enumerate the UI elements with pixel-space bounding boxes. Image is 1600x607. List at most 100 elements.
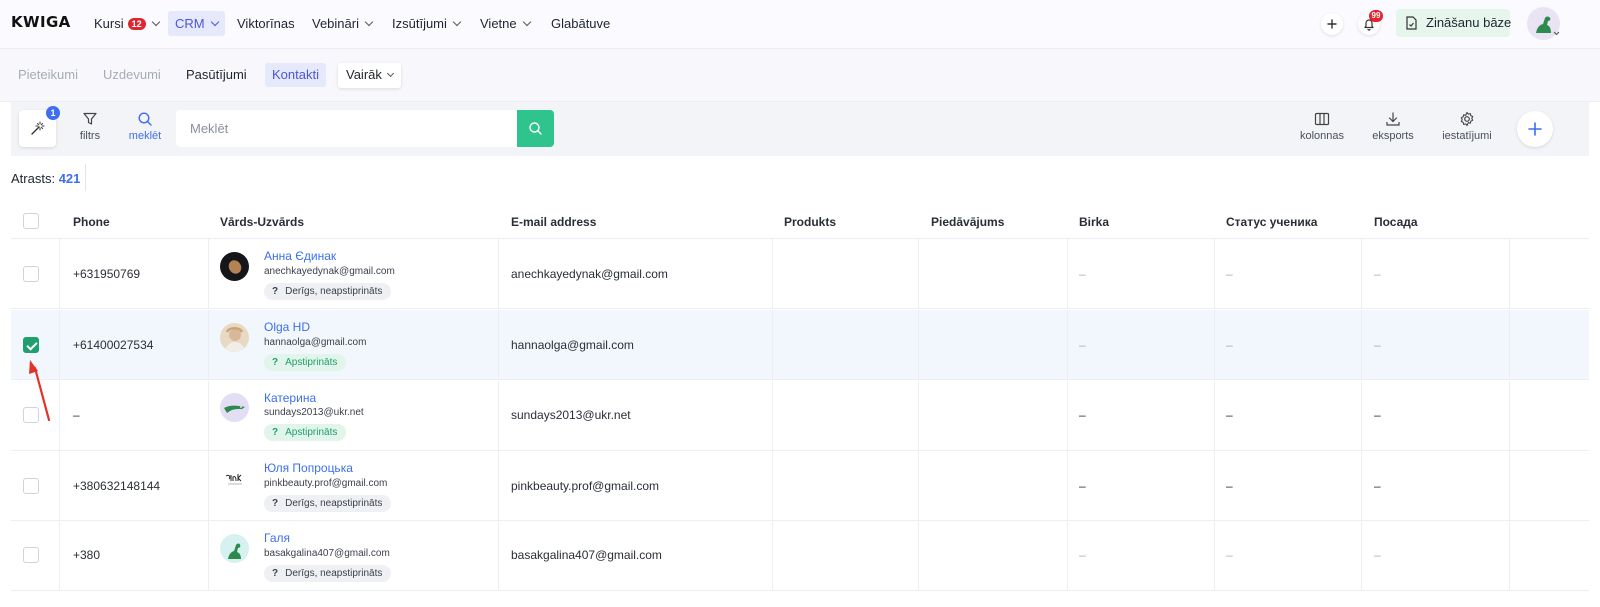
nav-item-crm[interactable]: CRM (168, 11, 225, 36)
tab-kontakti[interactable]: Kontakti (265, 63, 326, 87)
column-header-name[interactable]: Vārds-Uzvārds (220, 215, 304, 229)
settings-label: iestatījumi (1442, 130, 1492, 142)
row-checkbox[interactable] (23, 547, 39, 563)
question-icon: ? (272, 286, 279, 297)
knowledge-base-button[interactable]: Zināšanu bāze (1396, 9, 1511, 37)
contact-name-link[interactable]: Галя (264, 531, 290, 545)
count-badge: 12 (127, 18, 146, 30)
document-icon (1406, 16, 1417, 30)
nav-label: Vietne (480, 16, 517, 31)
phone-cell: +61400027534 (73, 338, 154, 352)
top-navigation: KWIGA Kursi 12 CRM Viktorīnas Vebināri Iz… (0, 0, 1600, 49)
contact-photo-icon (228, 260, 242, 274)
table-row[interactable]: +631950769 Анна Єдинак anechkayedynak@gm… (11, 239, 1589, 309)
nav-item-glabatuve[interactable]: Glabātuve (551, 11, 610, 36)
row-checkbox[interactable] (23, 478, 39, 494)
filter-button[interactable]: filtrs (78, 111, 102, 142)
contact-email-small: basakgalina407@gmail.com (264, 548, 390, 559)
table-row[interactable]: – Катерина sundays2013@ukr.net ? Apstipri… (11, 381, 1589, 451)
contact-name-link[interactable]: Юля Попроцька (264, 461, 353, 475)
contact-name-link[interactable]: Катерина (264, 391, 316, 405)
column-header-email[interactable]: E-mail address (511, 215, 596, 229)
phone-cell: +380 (73, 548, 101, 562)
nav-item-viktorinas[interactable]: Viktorīnas (237, 11, 295, 36)
avatar[interactable] (220, 393, 249, 422)
avatar[interactable] (220, 464, 249, 493)
notifications-badge: 99 (1369, 10, 1383, 22)
nav-item-izsutijumi[interactable]: Izsūtījumi (392, 11, 462, 36)
column-header-student-status[interactable]: Статус ученика (1226, 215, 1317, 229)
student-status-cell: – (1226, 408, 1233, 422)
gear-icon (1460, 111, 1474, 127)
search-icon (529, 122, 542, 135)
contacts-toolbar: 1 filtrs meklēt kolonnas eksports iestat… (11, 102, 1589, 156)
question-icon: ? (272, 427, 279, 438)
pink-logo-icon (225, 474, 242, 485)
chevron-down-icon (151, 17, 160, 27)
kwiga-logo[interactable]: KWIGA (11, 13, 71, 31)
column-header-offer[interactable]: Piedāvājums (931, 215, 1004, 229)
row-checkbox[interactable] (23, 266, 39, 282)
nav-item-kursi[interactable]: Kursi 12 (94, 11, 160, 36)
contact-name-link[interactable]: Анна Єдинак (264, 249, 336, 263)
filter-label: filtrs (79, 130, 101, 142)
search-toggle-button[interactable]: meklēt (128, 111, 162, 142)
position-cell: – (1374, 408, 1381, 422)
select-all-checkbox[interactable] (23, 213, 39, 229)
search-input[interactable] (176, 110, 517, 147)
chevron-down-icon (364, 17, 374, 27)
nav-label: Glabātuve (551, 16, 611, 31)
divider (85, 164, 86, 191)
tab-pasutijumi[interactable]: Pasūtījumi (186, 63, 247, 87)
column-header-product[interactable]: Produkts (784, 215, 836, 229)
table-row[interactable]: +380632148144 Юля Попроцька pinkbeauty.p… (11, 451, 1589, 521)
email-cell: sundays2013@ukr.net (511, 408, 631, 422)
magic-badge: 1 (46, 106, 60, 120)
quick-add-button[interactable] (1321, 13, 1343, 35)
column-header-phone[interactable]: Phone (73, 215, 110, 229)
contact-name-link[interactable]: Olga HD (264, 320, 310, 334)
avatar[interactable] (220, 323, 249, 352)
more-dropdown[interactable]: Vairāk (338, 63, 401, 88)
crm-sub-navigation: Pieteikumi Uzdevumi Pasūtījumi Kontakti … (0, 49, 1600, 102)
columns-button[interactable]: kolonnas (1299, 111, 1345, 142)
table-row[interactable]: +61400027534 Olga HD hannaolga@gmail.com… (11, 310, 1589, 380)
export-button[interactable]: eksports (1371, 111, 1415, 142)
search-icon (138, 112, 152, 126)
phone-cell: +380632148144 (73, 479, 161, 493)
nav-item-vietne[interactable]: Vietne (480, 11, 531, 36)
status-badge: ? Apstiprināts (264, 424, 347, 441)
column-header-position[interactable]: Посада (1374, 215, 1418, 229)
dinosaur-icon (228, 543, 241, 559)
tag-cell: – (1079, 408, 1086, 422)
avatar[interactable] (220, 252, 249, 281)
add-contact-button[interactable] (1517, 111, 1553, 147)
position-cell: – (1374, 548, 1381, 562)
table-row[interactable]: +380 Галя basakgalina407@gmail.com ? Derī… (11, 521, 1589, 591)
results-number: 421 (58, 171, 81, 186)
question-icon: ? (272, 568, 279, 579)
student-status-cell: – (1226, 267, 1233, 281)
student-status-cell: – (1226, 548, 1233, 562)
search-submit-button[interactable] (517, 110, 554, 147)
chevron-down-icon (522, 17, 531, 27)
column-header-tag[interactable]: Birka (1079, 215, 1109, 229)
chevron-down-icon (1553, 31, 1560, 36)
contact-email-small: sundays2013@ukr.net (264, 407, 364, 418)
nav-label: Izsūtījumi (392, 16, 447, 31)
tag-cell: – (1079, 338, 1086, 352)
tab-pieteikumi[interactable]: Pieteikumi (18, 63, 78, 87)
status-label: Derīgs, neapstiprināts (285, 286, 383, 297)
email-cell: hannaolga@gmail.com (511, 338, 634, 352)
search-label: meklēt (128, 130, 162, 142)
row-checkbox[interactable] (23, 407, 39, 423)
avatar[interactable] (220, 534, 249, 563)
settings-button[interactable]: iestatījumi (1441, 111, 1493, 142)
contact-email-small: hannaolga@gmail.com (264, 337, 367, 348)
tab-uzdevumi[interactable]: Uzdevumi (103, 63, 161, 87)
nav-item-vebinari[interactable]: Vebināri (312, 11, 374, 36)
nav-label: Vebināri (312, 16, 359, 31)
row-checkbox[interactable] (23, 337, 39, 353)
results-label: Atrasts: (11, 171, 56, 186)
chevron-down-icon (210, 17, 219, 27)
